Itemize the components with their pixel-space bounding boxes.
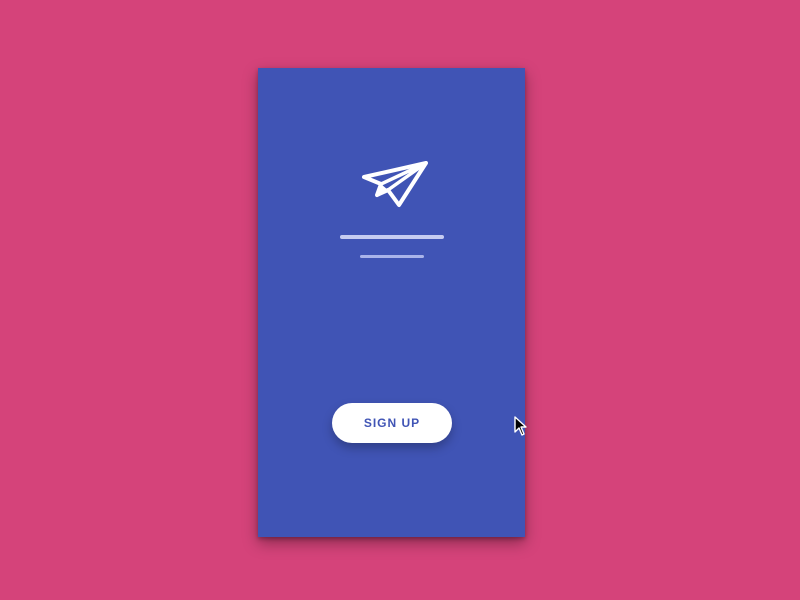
signup-button[interactable]: SIGN UP (332, 403, 452, 443)
subtitle-placeholder-line (360, 255, 424, 258)
paper-plane-icon (362, 161, 428, 207)
title-placeholder-line (340, 235, 444, 239)
desktop-background: SIGN UP (0, 0, 800, 600)
app-screen: SIGN UP (258, 68, 525, 537)
mouse-pointer-icon (514, 416, 527, 436)
